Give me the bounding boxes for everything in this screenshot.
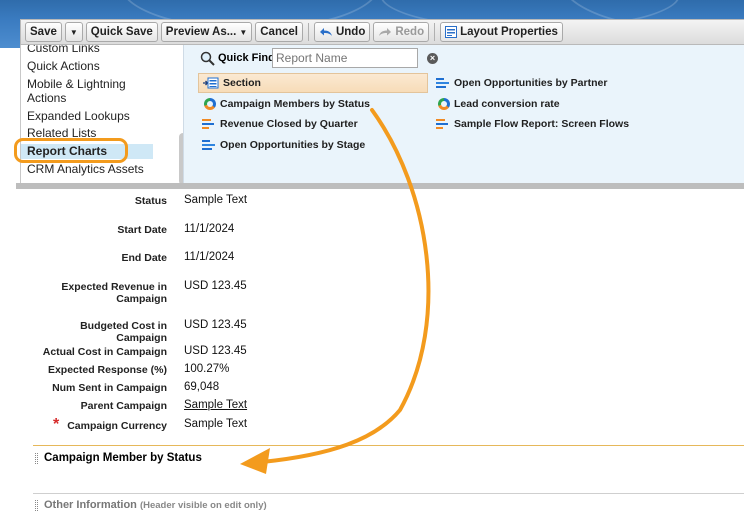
layout-properties-label: Layout Properties [460,26,558,38]
field-value-expected-revenue: USD 123.45 [184,280,247,292]
palette-items-panel: Quick Find × Section Campaign Members by… [183,45,744,183]
cancel-label: Cancel [260,26,298,38]
chart-item-label: Lead conversion rate [454,98,560,110]
category-crm-analytics-assets[interactable]: CRM Analytics Assets [27,162,144,176]
category-quick-actions[interactable]: Quick Actions [27,59,100,73]
bar-chart-icon [202,118,216,130]
category-custom-links[interactable]: Custom Links [27,45,100,55]
chart-item-label: Sample Flow Report: Screen Flows [454,118,630,130]
category-mobile-lightning-actions-line2[interactable]: Actions [27,91,66,105]
save-menu-button[interactable]: ▼ [64,22,83,42]
drag-handle-icon[interactable] [35,500,38,511]
highlight-annotation [14,138,128,163]
palette-item-sample-flow-report[interactable]: Sample Flow Report: Screen Flows [436,118,629,130]
chart-item-label: Open Opportunities by Partner [454,77,608,89]
undo-label: Undo [335,26,366,38]
quick-save-button[interactable]: Quick Save [85,22,158,42]
search-icon [200,51,215,66]
chart-item-label: Campaign Members by Status [220,98,370,110]
bar-chart-icon [436,77,450,89]
field-value-budgeted-cost: USD 123.45 [184,319,247,331]
bar-chart-icon [202,139,216,151]
field-label-actual-cost: Actual Cost in Campaign [42,346,167,358]
toolbar-divider [307,23,309,41]
field-value-end-date: 11/1/2024 [184,251,235,263]
field-value-start-date: 11/1/2024 [184,223,235,235]
layout-properties-button[interactable]: Layout Properties [440,22,563,42]
field-label-expected-response: Expected Response (%) [47,364,167,376]
chart-item-label: Open Opportunities by Stage [220,139,366,151]
field-label-campaign-currency: Campaign Currency [67,420,167,432]
preview-as-label: Preview As... [165,26,237,38]
redo-icon [379,28,392,36]
field-label-budgeted-cost: Budgeted Cost in Campaign [80,320,167,344]
save-label: Save [30,26,57,38]
chart-item-label: Revenue Closed by Quarter [220,118,358,130]
field-value-parent-campaign[interactable]: Sample Text [184,399,247,411]
palette-item-campaign-members-by-status[interactable]: Campaign Members by Status [204,98,370,110]
palette-item-lead-conversion-rate[interactable]: Lead conversion rate [438,98,560,110]
field-value-expected-response: 100.27% [184,363,230,375]
palette-item-open-opportunities-by-stage[interactable]: Open Opportunities by Stage [202,139,365,151]
layout-properties-icon [445,26,458,38]
section-icon [203,77,219,89]
clear-search-icon[interactable]: × [427,53,438,64]
field-value-status: Sample Text [184,194,248,206]
palette-item-open-opportunities-by-partner[interactable]: Open Opportunities by Partner [436,77,607,89]
caret-down-icon: ▼ [69,27,78,37]
section-note: (Header visible on edit only) [139,500,267,511]
redo-label: Redo [395,26,425,38]
section-item-label: Section [223,77,261,89]
caret-down-icon: ▼ [239,27,248,37]
preview-as-button[interactable]: Preview As... ▼ [160,22,253,42]
palette-bottom-border [16,183,744,189]
quick-find-label: Quick Find [218,52,275,64]
section-title: Other Information [44,499,137,511]
drag-handle-icon[interactable] [35,453,38,464]
cancel-button[interactable]: Cancel [255,22,303,42]
field-label-parent-campaign: Parent Campaign [80,400,167,412]
category-mobile-lightning-actions-line1[interactable]: Mobile & Lightning [27,77,126,91]
donut-chart-icon [204,98,216,110]
field-value-num-sent: 69,048 [184,381,220,393]
redo-button[interactable]: Redo [373,22,430,42]
section-divider [33,445,744,446]
section-other-information[interactable]: Other Information (Header visible on edi… [44,499,267,511]
section-divider [33,493,744,494]
field-label-status: Status [134,195,167,207]
palette-item-section[interactable]: Section [198,73,428,93]
toolbar-divider [434,23,436,41]
layout-toolbar: Save ▼ Quick Save Preview As... ▼ Cancel … [20,19,744,45]
field-value-campaign-currency: Sample Text [184,418,248,430]
save-button[interactable]: Save [25,22,62,42]
field-label-expected-revenue: Expected Revenue in Campaign [61,281,167,305]
field-label-start-date: Start Date [117,224,167,236]
layout-palette: Custom Links Quick Actions Mobile & Ligh… [20,45,744,186]
bar-chart-icon [436,118,450,130]
field-label-end-date: End Date [121,252,167,264]
undo-icon [319,28,332,36]
field-label-num-sent: Num Sent in Campaign [52,382,167,394]
donut-chart-icon [438,98,450,110]
field-value-actual-cost: USD 123.45 [184,345,247,357]
section-campaign-member-by-status[interactable]: Campaign Member by Status [44,452,202,464]
undo-button[interactable]: Undo [313,22,371,42]
quick-find-input[interactable] [272,48,418,68]
palette-item-revenue-closed-by-quarter[interactable]: Revenue Closed by Quarter [202,118,358,130]
category-expanded-lookups[interactable]: Expanded Lookups [27,109,130,123]
quick-save-label: Quick Save [90,26,153,38]
